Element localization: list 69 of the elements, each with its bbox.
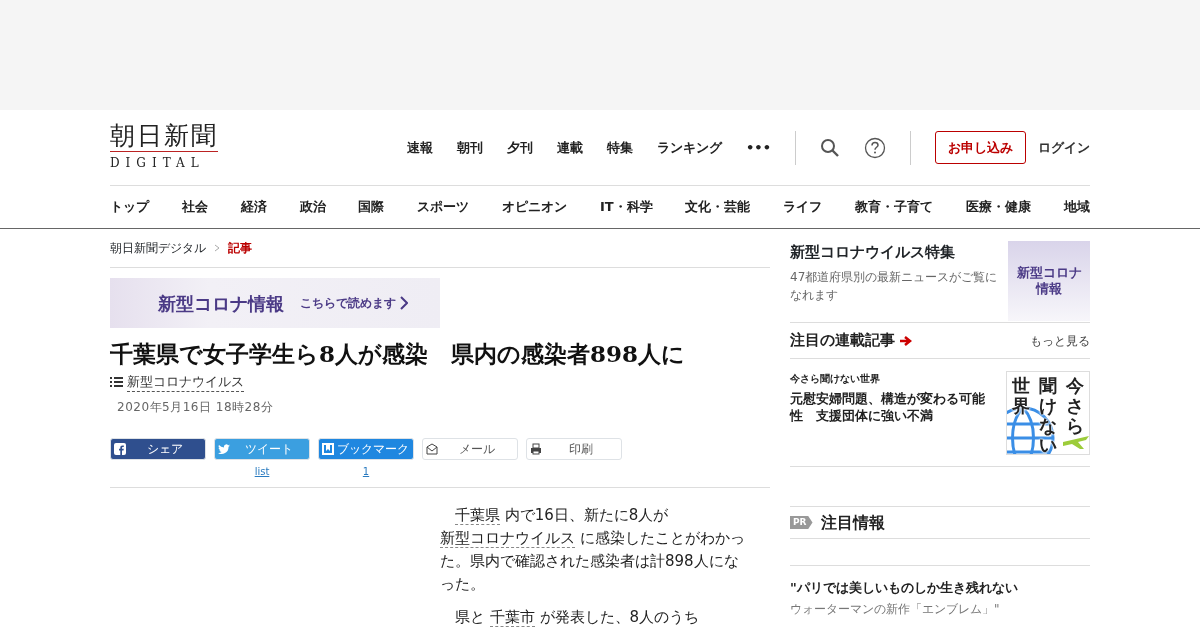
pr-badge: PR	[790, 515, 813, 530]
login-link[interactable]: ログイン	[1038, 137, 1090, 158]
plane-icon	[1063, 436, 1089, 449]
bird-icon	[218, 443, 230, 456]
arrow-icon	[899, 334, 913, 347]
envelope-icon	[426, 443, 438, 456]
nav-link[interactable]: 朝刊	[457, 137, 484, 158]
category-link[interactable]: 経済	[240, 197, 267, 217]
category-link[interactable]: IT・科学	[599, 197, 653, 217]
category-link[interactable]: 国際	[358, 197, 385, 217]
breadcrumb-link[interactable]: 朝日新聞デジタル	[110, 239, 206, 257]
facebook-share-button[interactable]: シェア	[110, 438, 206, 461]
feature-banner-text: 新型コロナ	[1016, 265, 1082, 281]
article-date: 2020年5月16日 18時28分	[117, 399, 275, 417]
category-link[interactable]: 医療・健康	[966, 197, 1031, 217]
nav-link[interactable]: 特集	[607, 137, 634, 158]
category-link[interactable]: ライフ	[783, 197, 823, 217]
search-icon[interactable]	[820, 137, 840, 158]
more-link[interactable]: •••	[746, 137, 771, 158]
banner[interactable]: 新型コロナ情報 こちらで読めます	[110, 278, 440, 328]
banner-link: こちらで読めます	[300, 295, 396, 312]
more-link[interactable]: もっと見る	[1030, 331, 1090, 350]
nav-link[interactable]: ランキング	[657, 137, 723, 158]
pr-title-link[interactable]: "パリでは美しいものしか生き残れない	[790, 578, 1090, 598]
bookmark-icon	[322, 443, 334, 456]
category-link[interactable]: スポーツ	[417, 197, 470, 217]
category-link[interactable]: トップ	[110, 197, 149, 217]
article-link[interactable]: 元慰安婦問題、構造が変わる可能性 支援団体に強い不満	[790, 390, 990, 424]
article-paragraph: 千葉県 内で16日、新たに8人が 新型コロナウイルス に感染したことがわかった。県内で確認された感染者は計898人になった。	[440, 505, 746, 596]
keyword-link[interactable]: 千葉県	[455, 506, 500, 526]
help-icon[interactable]	[864, 136, 886, 159]
printer-icon	[530, 443, 542, 456]
print-share-button[interactable]: 印刷	[526, 438, 622, 461]
feature-banner[interactable]: 新型コロナ 情報	[1008, 241, 1090, 321]
feature-description: 47都道府県別の最新ニュースがご覧になれます	[790, 268, 999, 304]
category-link[interactable]: 政治	[299, 197, 326, 217]
logo-title: 朝日新聞	[110, 123, 218, 148]
category-link[interactable]: 社会	[181, 197, 208, 217]
article-title: 千葉県で女子学生ら8人が感染 県内の感染者898人に	[110, 340, 686, 368]
category-link[interactable]: 地域	[1063, 197, 1090, 217]
share-count[interactable]: list	[254, 464, 270, 480]
signup-button[interactable]: お申し込み	[935, 130, 1026, 165]
article-paragraph: 県と 千葉市 が発表した、8人のうち	[454, 607, 701, 630]
keyword-link[interactable]: 新型コロナウイルス	[440, 529, 575, 549]
series-name: 今さら聞けない世界	[790, 372, 881, 386]
chevron-icon	[214, 244, 220, 252]
nav-link[interactable]: 連載	[557, 137, 584, 158]
banner-title: 新型コロナ情報	[158, 291, 284, 316]
nav-link[interactable]: 夕刊	[507, 137, 534, 158]
hatena-share-button[interactable]: ブックマーク	[318, 438, 414, 461]
section-heading: 注目の連載記事	[790, 330, 895, 352]
mail-share-button[interactable]: メール	[422, 438, 518, 461]
thumbnail-text: 今さら	[1066, 376, 1085, 436]
pr-subtitle: ウォーターマンの新作「エンブレム」"	[790, 600, 1001, 618]
nav-link[interactable]: 速報	[407, 137, 434, 158]
category-link[interactable]: 文化・芸能	[685, 197, 751, 217]
feature-banner-text: 情報	[1036, 281, 1062, 297]
list-icon	[110, 376, 123, 388]
category-link[interactable]: オピニオン	[502, 197, 568, 217]
logo-subtitle: DIGITAL	[110, 151, 218, 172]
keyword-link[interactable]: 千葉市	[489, 608, 535, 628]
category-link[interactable]: 教育・子育て	[855, 197, 934, 217]
chevron-icon	[400, 296, 408, 310]
breadcrumb-link[interactable]: 記事	[228, 239, 252, 257]
section-heading: 注目情報	[820, 511, 885, 534]
feature-title[interactable]: 新型コロナウイルス特集	[790, 241, 1000, 264]
facebook-icon	[114, 443, 126, 456]
topic-link[interactable]: 新型コロナウイルス	[127, 371, 244, 393]
share-count[interactable]: 1	[362, 464, 370, 480]
